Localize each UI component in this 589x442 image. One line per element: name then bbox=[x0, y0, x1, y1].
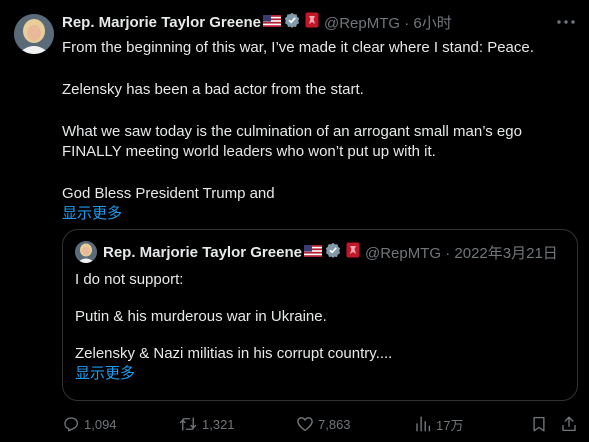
repost-count: 1,321 bbox=[202, 416, 235, 432]
tweet-text-line: God Bless President Trump and bbox=[62, 185, 275, 202]
show-more-link[interactable]: 显示更多 bbox=[62, 204, 572, 224]
us-flag-icon bbox=[262, 14, 281, 31]
quoted-separator: · bbox=[441, 244, 455, 262]
author-name[interactable]: Rep. Marjorie Taylor Greene bbox=[62, 14, 261, 31]
reply-count: 1,094 bbox=[84, 416, 117, 432]
quoted-handle: @RepMTG · 2022年3月21日 bbox=[365, 242, 558, 263]
quoted-date: 2022年3月21日 bbox=[454, 244, 558, 262]
quoted-text-line: Zelensky & Nazi militias in his corrupt … bbox=[75, 345, 393, 362]
action-bar: 1,094 1,321 7,863 17万 bbox=[62, 414, 578, 434]
quoted-header: Rep. Marjorie Taylor Greene @RepMTG · 20… bbox=[103, 242, 565, 262]
tweet-time[interactable]: 6小时 bbox=[413, 15, 451, 32]
quoted-tweet[interactable]: Rep. Marjorie Taylor Greene @RepMTG · 20… bbox=[62, 229, 578, 401]
handle-text: @RepMTG bbox=[323, 14, 401, 32]
share-button[interactable] bbox=[560, 414, 578, 434]
views-chart-icon bbox=[416, 416, 431, 432]
quoted-text-line: I do not support: bbox=[75, 271, 184, 288]
more-options-icon[interactable] bbox=[555, 12, 577, 32]
author-handle[interactable]: @RepMTG · 6小时 bbox=[324, 12, 452, 33]
quoted-text-line: Putin & his murderous war in Ukraine. bbox=[75, 308, 327, 325]
quoted-author-avatar bbox=[75, 241, 97, 263]
quoted-text: I do not support: Putin & his murderous … bbox=[75, 270, 565, 384]
reply-icon bbox=[64, 417, 79, 432]
quoted-show-more-link[interactable]: 显示更多 bbox=[75, 364, 565, 384]
views-button[interactable]: 17万 bbox=[414, 414, 463, 434]
repost-icon bbox=[179, 417, 197, 431]
share-icon bbox=[562, 416, 576, 432]
tweet-text: From the beginning of this war, I’ve mad… bbox=[62, 38, 572, 224]
tweet-header: Rep. Marjorie Taylor Greene @RepMTG · 6小… bbox=[62, 12, 577, 32]
tweet[interactable]: Rep. Marjorie Taylor Greene @RepMTG · 6小… bbox=[0, 0, 589, 442]
views-count: 17万 bbox=[436, 417, 464, 433]
government-label-icon[interactable] bbox=[305, 12, 319, 32]
quoted-author-name: Rep. Marjorie Taylor Greene bbox=[103, 243, 302, 261]
verified-badge-icon[interactable] bbox=[284, 12, 300, 32]
tweet-text-line: From the beginning of this war, I’ve mad… bbox=[62, 39, 534, 56]
heart-icon bbox=[297, 417, 313, 432]
author-avatar[interactable] bbox=[14, 14, 54, 54]
tweet-text-line: What we saw today is the culmination of … bbox=[62, 123, 522, 160]
bookmark-icon bbox=[533, 416, 545, 432]
verified-badge-icon bbox=[325, 242, 341, 262]
like-button[interactable]: 7,863 bbox=[296, 414, 351, 434]
bookmark-button[interactable] bbox=[530, 414, 548, 434]
government-label-icon bbox=[346, 242, 360, 262]
quoted-handle-text: @RepMTG bbox=[364, 244, 442, 262]
us-flag-icon bbox=[303, 244, 322, 261]
handle-separator: · bbox=[400, 14, 414, 32]
reply-button[interactable]: 1,094 bbox=[62, 414, 117, 434]
like-count: 7,863 bbox=[318, 416, 351, 432]
repost-button[interactable]: 1,321 bbox=[178, 414, 235, 434]
tweet-text-line: Zelensky has been a bad actor from the s… bbox=[62, 81, 364, 98]
